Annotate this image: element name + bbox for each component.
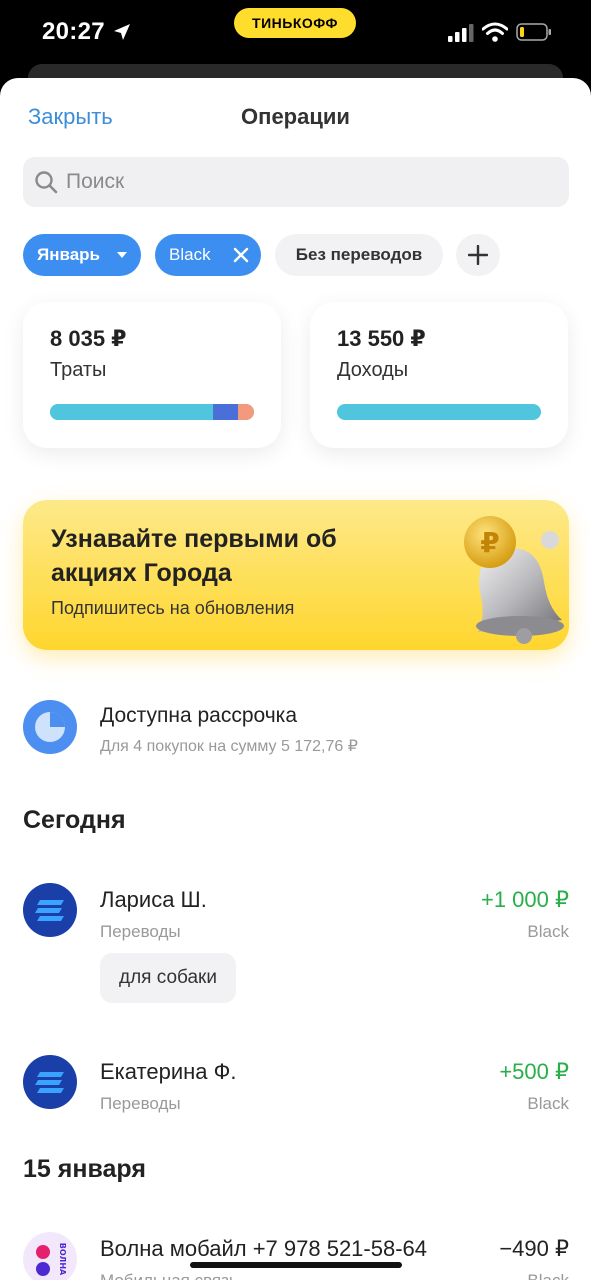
- chevron-down-icon: [117, 252, 127, 258]
- location-arrow-icon: [114, 24, 130, 40]
- expenses-label: Траты: [50, 359, 107, 381]
- cellular-signal-icon: [448, 24, 474, 42]
- operation-account: Black: [527, 922, 569, 941]
- promo-title: Узнавайте первыми об акциях Города: [51, 525, 337, 587]
- expenses-bar: [50, 404, 254, 420]
- operation-name: Волна мобайл +7 978 521-58-64: [100, 1236, 428, 1261]
- filter-card-label: Black: [169, 245, 211, 264]
- bar-segment: [237, 404, 254, 420]
- expenses-card[interactable]: 8 035 ₽ Траты: [23, 302, 281, 448]
- filter-no-transfers-chip[interactable]: Без переводов: [275, 234, 443, 276]
- section-today: Сегодня: [23, 806, 126, 834]
- battery-icon: [516, 23, 551, 41]
- transfer-icon: [23, 1055, 77, 1109]
- page-title: Операции: [241, 104, 350, 129]
- home-indicator[interactable]: [190, 1262, 402, 1268]
- operation-amount: −490 ₽: [499, 1236, 569, 1261]
- brand-pill: ТИНЬКОФФ: [234, 8, 356, 38]
- filter-card-chip[interactable]: Black: [155, 234, 261, 276]
- operation-category: Переводы: [100, 1094, 181, 1113]
- income-amount: 13 550 ₽: [337, 326, 426, 351]
- bell-coin-icon: ₽: [464, 516, 564, 644]
- add-filter-button[interactable]: [456, 234, 500, 276]
- bar-segment: [50, 404, 214, 420]
- status-time: 20:27: [42, 18, 105, 45]
- filter-month-chip[interactable]: Январь: [23, 234, 141, 276]
- section-jan15: 15 января: [23, 1155, 146, 1183]
- installment-subtitle: Для 4 покупок на сумму 5 172,76 ₽: [100, 738, 358, 755]
- volna-logo-icon: ВОЛНА: [23, 1232, 77, 1280]
- operation-row[interactable]: Лариса Ш. Переводы +1 000 ₽ Black для со…: [23, 883, 569, 1003]
- bar-segment: [213, 404, 238, 420]
- operation-category: Переводы: [100, 922, 181, 941]
- operation-row[interactable]: ВОЛНА Волна мобайл +7 978 521-58-64 Моби…: [23, 1232, 569, 1280]
- operation-account: Black: [527, 1094, 569, 1113]
- bar-segment: [337, 404, 541, 420]
- installment-offer[interactable]: Доступна рассрочка Для 4 покупок на сумм…: [23, 698, 569, 762]
- svg-text:₽: ₽: [480, 526, 499, 559]
- operation-row[interactable]: Екатерина Ф. Переводы +500 ₽ Black: [23, 1055, 569, 1115]
- expenses-amount: 8 035 ₽: [50, 326, 127, 351]
- income-bar: [337, 404, 541, 420]
- search-icon: [35, 171, 58, 194]
- filter-month-label: Январь: [37, 245, 101, 264]
- transfer-icon: [23, 883, 77, 937]
- operation-amount: +1 000 ₽: [480, 887, 569, 912]
- status-bar: 20:27 ТИНЬКОФФ: [0, 0, 591, 70]
- search-placeholder: Поиск: [66, 170, 125, 193]
- search-input[interactable]: Поиск: [23, 157, 569, 207]
- operation-note: для собаки: [100, 953, 236, 1003]
- promo-banner[interactable]: Узнавайте первыми об акциях Города Подпи…: [23, 500, 569, 650]
- operation-name: Лариса Ш.: [100, 887, 207, 912]
- wifi-icon: [482, 22, 508, 42]
- operation-account: Black: [527, 1271, 569, 1280]
- income-card[interactable]: 13 550 ₽ Доходы: [310, 302, 568, 448]
- operation-name: Екатерина Ф.: [100, 1059, 237, 1084]
- installment-title: Доступна рассрочка: [100, 704, 297, 727]
- income-label: Доходы: [337, 359, 409, 381]
- pie-chart-icon: [23, 700, 77, 754]
- remove-filter-icon[interactable]: [233, 247, 249, 263]
- promo-subtitle: Подпишитесь на обновления: [51, 598, 295, 618]
- operation-amount: +500 ₽: [499, 1059, 569, 1084]
- operation-category: Мобильная связь: [100, 1271, 238, 1280]
- volna-logo-text: ВОЛНА: [58, 1243, 67, 1276]
- filter-chips: Январь Black Без переводов: [23, 234, 583, 276]
- operations-sheet: Закрыть Операции Поиск Январь Black Без …: [0, 78, 591, 1280]
- plus-icon: [468, 245, 488, 265]
